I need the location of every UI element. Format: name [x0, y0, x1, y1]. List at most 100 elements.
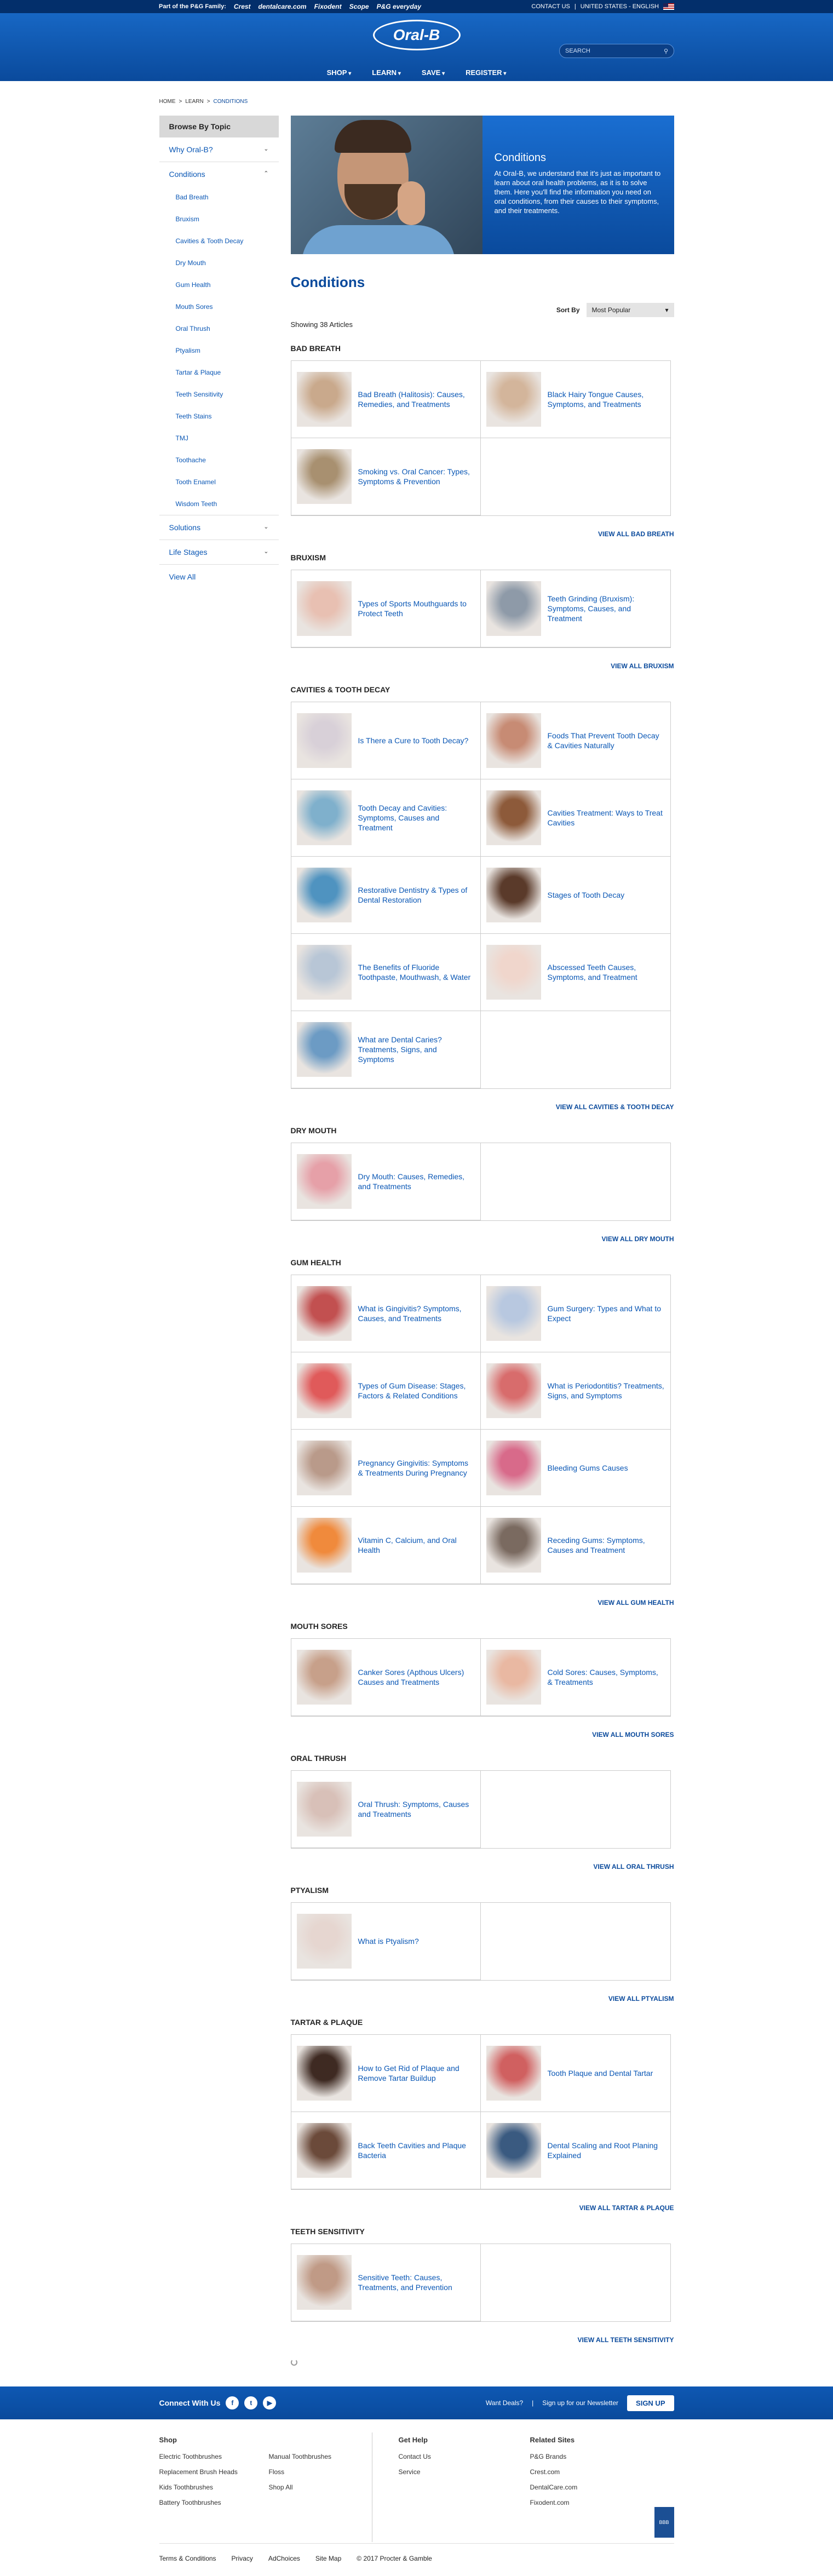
article-title[interactable]: Abscessed Teeth Causes, Symptoms, and Tr…: [548, 962, 665, 982]
twitter-icon[interactable]: t: [244, 2396, 258, 2409]
article-card[interactable]: Pregnancy Gingivitis: Symptoms & Treatme…: [291, 1430, 481, 1507]
sidebar-subitem[interactable]: Tooth Enamel: [159, 471, 279, 493]
article-card[interactable]: Types of Sports Mouthguards to Protect T…: [291, 570, 481, 647]
article-thumbnail[interactable]: [486, 790, 541, 845]
sitemap-link[interactable]: Site Map: [315, 2555, 341, 2565]
article-card[interactable]: Abscessed Teeth Causes, Symptoms, and Tr…: [480, 934, 670, 1011]
facebook-icon[interactable]: f: [226, 2396, 239, 2409]
footer-link[interactable]: Crest.com: [530, 2464, 640, 2480]
article-card[interactable]: Vitamin C, Calcium, and Oral Health: [291, 1507, 481, 1584]
article-thumbnail[interactable]: [296, 1022, 352, 1077]
article-card[interactable]: Gum Surgery: Types and What to Expect: [480, 1275, 670, 1352]
article-thumbnail[interactable]: [296, 2123, 352, 2178]
article-card[interactable]: Smoking vs. Oral Cancer: Types, Symptoms…: [291, 438, 481, 515]
article-title[interactable]: Dry Mouth: Causes, Remedies, and Treatme…: [358, 1172, 475, 1191]
view-all-link[interactable]: VIEW ALL BRUXISM: [291, 662, 674, 670]
article-title[interactable]: Restorative Dentistry & Types of Dental …: [358, 885, 475, 905]
crumb-learn[interactable]: LEARN: [185, 99, 203, 105]
article-title[interactable]: Dental Scaling and Root Planing Explaine…: [548, 2141, 665, 2160]
nav-shop[interactable]: SHOP: [327, 68, 352, 77]
footer-link[interactable]: Contact Us: [399, 2449, 530, 2464]
article-title[interactable]: Cavities Treatment: Ways to Treat Caviti…: [548, 808, 665, 828]
sidebar-item-why-oralb[interactable]: Why Oral-B? ⌄: [159, 137, 279, 162]
article-title[interactable]: Receding Gums: Symptoms, Causes and Trea…: [548, 1535, 665, 1555]
article-title[interactable]: Smoking vs. Oral Cancer: Types, Symptoms…: [358, 467, 475, 486]
view-all-link[interactable]: VIEW ALL GUM HEALTH: [291, 1599, 674, 1607]
article-title[interactable]: Bleeding Gums Causes: [548, 1463, 628, 1473]
article-thumbnail[interactable]: [296, 1441, 352, 1495]
article-card[interactable]: Bad Breath (Halitosis): Causes, Remedies…: [291, 361, 481, 438]
article-card[interactable]: Tooth Decay and Cavities: Symptoms, Caus…: [291, 779, 481, 857]
article-thumbnail[interactable]: [486, 581, 541, 636]
article-title[interactable]: Vitamin C, Calcium, and Oral Health: [358, 1535, 475, 1555]
article-card[interactable]: Cavities Treatment: Ways to Treat Caviti…: [480, 779, 670, 857]
article-title[interactable]: Bad Breath (Halitosis): Causes, Remedies…: [358, 389, 475, 409]
article-thumbnail[interactable]: [296, 1518, 352, 1573]
article-thumbnail[interactable]: [486, 2123, 541, 2178]
view-all-link[interactable]: VIEW ALL TARTAR & PLAQUE: [291, 2204, 674, 2212]
article-thumbnail[interactable]: [486, 1650, 541, 1705]
search-input[interactable]: SEARCH ⚲: [559, 44, 674, 58]
article-title[interactable]: What is Ptyalism?: [358, 1936, 419, 1946]
article-thumbnail[interactable]: [296, 449, 352, 504]
article-card[interactable]: What is Periodontitis? Treatments, Signs…: [480, 1352, 670, 1430]
article-thumbnail[interactable]: [296, 1286, 352, 1341]
footer-link[interactable]: Floss: [269, 2464, 346, 2480]
sidebar-subitem[interactable]: Gum Health: [159, 274, 279, 296]
brand-scope[interactable]: Scope: [349, 3, 369, 10]
nav-learn[interactable]: LEARN: [372, 68, 401, 77]
view-all-link[interactable]: VIEW ALL ORAL THRUSH: [291, 1863, 674, 1871]
article-title[interactable]: What are Dental Caries? Treatments, Sign…: [358, 1035, 475, 1064]
article-card[interactable]: What is Ptyalism?: [291, 1903, 481, 1980]
footer-link[interactable]: Shop All: [269, 2480, 346, 2495]
view-all-link[interactable]: VIEW ALL TEETH SENSITIVITY: [291, 2336, 674, 2344]
sidebar-item-conditions[interactable]: Conditions ⌃: [159, 162, 279, 186]
footer-link[interactable]: P&G Brands: [530, 2449, 640, 2464]
article-title[interactable]: Sensitive Teeth: Causes, Treatments, and…: [358, 2273, 475, 2292]
article-card[interactable]: Sensitive Teeth: Causes, Treatments, and…: [291, 2244, 481, 2321]
sidebar-subitem[interactable]: Wisdom Teeth: [159, 493, 279, 515]
article-card[interactable]: Dental Scaling and Root Planing Explaine…: [480, 2112, 670, 2189]
footer-link[interactable]: Battery Toothbrushes: [159, 2495, 269, 2510]
view-all-link[interactable]: VIEW ALL CAVITIES & TOOTH DECAY: [291, 1103, 674, 1111]
article-title[interactable]: Types of Sports Mouthguards to Protect T…: [358, 599, 475, 618]
sidebar-subitem[interactable]: Dry Mouth: [159, 252, 279, 274]
terms-link[interactable]: Terms & Conditions: [159, 2555, 216, 2565]
article-thumbnail[interactable]: [486, 1363, 541, 1418]
article-card[interactable]: Cold Sores: Causes, Symptoms, & Treatmen…: [480, 1639, 670, 1716]
view-all-link[interactable]: VIEW ALL MOUTH SORES: [291, 1731, 674, 1739]
article-card[interactable]: Receding Gums: Symptoms, Causes and Trea…: [480, 1507, 670, 1584]
article-card[interactable]: Back Teeth Cavities and Plaque Bacteria: [291, 2112, 481, 2189]
article-thumbnail[interactable]: [296, 1154, 352, 1209]
article-title[interactable]: The Benefits of Fluoride Toothpaste, Mou…: [358, 962, 475, 982]
article-thumbnail[interactable]: [486, 945, 541, 1000]
article-title[interactable]: Gum Surgery: Types and What to Expect: [548, 1304, 665, 1323]
article-thumbnail[interactable]: [296, 713, 352, 768]
article-thumbnail[interactable]: [296, 581, 352, 636]
article-card[interactable]: Black Hairy Tongue Causes, Symptoms, and…: [480, 361, 670, 438]
article-title[interactable]: Stages of Tooth Decay: [548, 890, 625, 900]
article-thumbnail[interactable]: [296, 945, 352, 1000]
article-title[interactable]: Oral Thrush: Symptoms, Causes and Treatm…: [358, 1799, 475, 1819]
footer-link[interactable]: Electric Toothbrushes: [159, 2449, 269, 2464]
nav-register[interactable]: REGISTER: [466, 68, 506, 77]
article-thumbnail[interactable]: [296, 1782, 352, 1837]
article-title[interactable]: Pregnancy Gingivitis: Symptoms & Treatme…: [358, 1458, 475, 1478]
article-title[interactable]: Teeth Grinding (Bruxism): Symptoms, Caus…: [548, 594, 665, 623]
crumb-home[interactable]: HOME: [159, 99, 176, 105]
article-title[interactable]: Foods That Prevent Tooth Decay & Cavitie…: [548, 731, 665, 750]
youtube-icon[interactable]: ▶: [263, 2396, 277, 2409]
brand-fixodent[interactable]: Fixodent: [314, 3, 342, 10]
article-card[interactable]: Canker Sores (Apthous Ulcers) Causes and…: [291, 1639, 481, 1716]
article-card[interactable]: Restorative Dentistry & Types of Dental …: [291, 857, 481, 934]
sidebar-subitem[interactable]: Teeth Sensitivity: [159, 383, 279, 405]
article-card[interactable]: Dry Mouth: Causes, Remedies, and Treatme…: [291, 1143, 481, 1220]
sidebar-subitem[interactable]: Bruxism: [159, 208, 279, 230]
article-card[interactable]: Is There a Cure to Tooth Decay?: [291, 702, 481, 779]
article-thumbnail[interactable]: [486, 713, 541, 768]
article-card[interactable]: Oral Thrush: Symptoms, Causes and Treatm…: [291, 1771, 481, 1848]
privacy-link[interactable]: Privacy: [232, 2555, 253, 2565]
article-title[interactable]: What is Periodontitis? Treatments, Signs…: [548, 1381, 665, 1401]
brand-crest[interactable]: Crest: [234, 3, 251, 10]
sidebar-subitem[interactable]: Mouth Sores: [159, 296, 279, 318]
